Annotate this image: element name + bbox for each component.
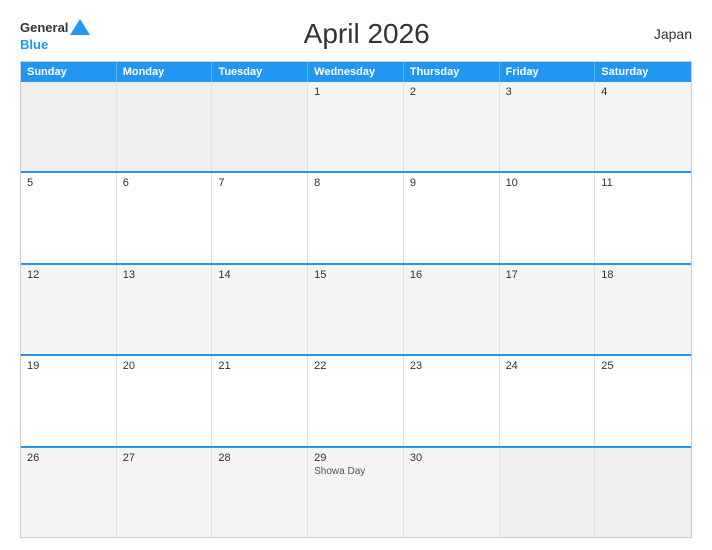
cal-cell <box>21 82 117 171</box>
logo-blue-text: Blue <box>20 38 48 51</box>
cal-cell-10: 10 <box>500 173 596 262</box>
calendar-page: General Blue April 2026 Japan Sunday Mon… <box>0 0 712 550</box>
cal-cell-23: 23 <box>404 356 500 445</box>
cal-cell-26: 26 <box>21 448 117 537</box>
logo-icon <box>69 16 91 38</box>
header-saturday: Saturday <box>595 62 691 82</box>
country-label: Japan <box>642 26 692 42</box>
cal-cell-13: 13 <box>117 265 213 354</box>
showa-day-event: Showa Day <box>314 466 397 477</box>
cal-cell-12: 12 <box>21 265 117 354</box>
page-header: General Blue April 2026 Japan <box>20 16 692 51</box>
week-row-5: 26 27 28 29 Showa Day 30 <box>21 446 691 537</box>
page-title: April 2026 <box>91 18 642 50</box>
cal-cell-14: 14 <box>212 265 308 354</box>
header-thursday: Thursday <box>404 62 500 82</box>
weekday-header-row: Sunday Monday Tuesday Wednesday Thursday… <box>21 62 691 82</box>
cal-cell-29: 29 Showa Day <box>308 448 404 537</box>
cal-cell-17: 17 <box>500 265 596 354</box>
header-monday: Monday <box>117 62 213 82</box>
cal-cell-30: 30 <box>404 448 500 537</box>
cal-cell-15: 15 <box>308 265 404 354</box>
cal-cell-11: 11 <box>595 173 691 262</box>
cal-cell <box>212 82 308 171</box>
cal-cell-5: 5 <box>21 173 117 262</box>
logo: General Blue <box>20 16 91 51</box>
week-row-3: 12 13 14 15 16 17 18 <box>21 263 691 354</box>
cal-cell <box>595 448 691 537</box>
cal-cell-18: 18 <box>595 265 691 354</box>
cal-cell-22: 22 <box>308 356 404 445</box>
cal-cell <box>500 448 596 537</box>
week-row-1: 1 2 3 4 <box>21 82 691 171</box>
cal-cell-21: 21 <box>212 356 308 445</box>
cal-cell-25: 25 <box>595 356 691 445</box>
cal-cell-3: 3 <box>500 82 596 171</box>
cal-cell-28: 28 <box>212 448 308 537</box>
week-row-2: 5 6 7 8 9 10 11 <box>21 171 691 262</box>
cal-cell-27: 27 <box>117 448 213 537</box>
calendar-body: 1 2 3 4 5 6 7 8 9 10 11 12 13 14 15 <box>21 82 691 537</box>
cal-cell-1: 1 <box>308 82 404 171</box>
calendar: Sunday Monday Tuesday Wednesday Thursday… <box>20 61 692 538</box>
cal-cell-16: 16 <box>404 265 500 354</box>
cal-cell-8: 8 <box>308 173 404 262</box>
header-sunday: Sunday <box>21 62 117 82</box>
cal-cell-20: 20 <box>117 356 213 445</box>
week-row-4: 19 20 21 22 23 24 25 <box>21 354 691 445</box>
cal-cell-6: 6 <box>117 173 213 262</box>
cal-cell-24: 24 <box>500 356 596 445</box>
logo-general-text: General <box>20 21 68 34</box>
cal-cell-19: 19 <box>21 356 117 445</box>
header-tuesday: Tuesday <box>212 62 308 82</box>
header-friday: Friday <box>500 62 596 82</box>
cal-cell-7: 7 <box>212 173 308 262</box>
cal-cell-4: 4 <box>595 82 691 171</box>
cal-cell <box>117 82 213 171</box>
cal-cell-2: 2 <box>404 82 500 171</box>
header-wednesday: Wednesday <box>308 62 404 82</box>
cal-cell-9: 9 <box>404 173 500 262</box>
